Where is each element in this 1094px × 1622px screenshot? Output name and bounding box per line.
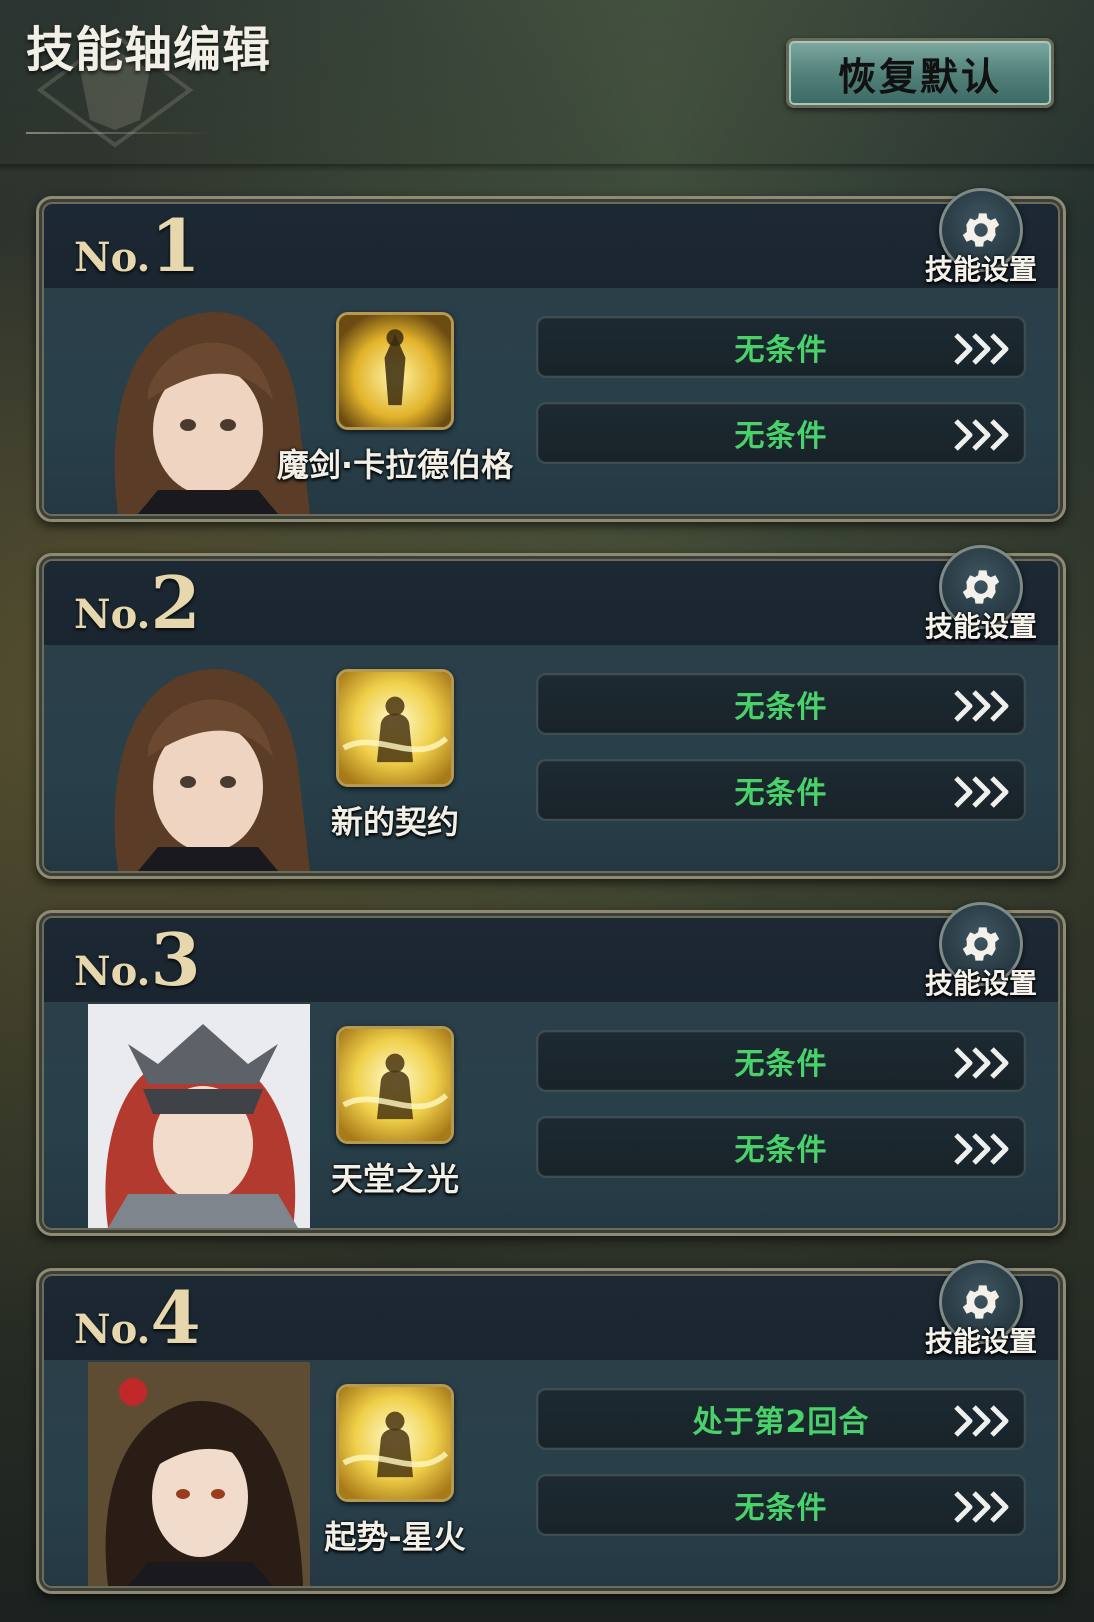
- condition-text: 无条件: [734, 1491, 828, 1526]
- condition-text: 无条件: [734, 776, 828, 811]
- slot-number-value: 2: [150, 560, 201, 645]
- condition-text: 无条件: [734, 419, 828, 454]
- reset-default-button[interactable]: 恢复默认: [786, 38, 1054, 108]
- skill-settings-button[interactable]: 技能设置: [916, 902, 1046, 1002]
- skill-icon[interactable]: [336, 312, 454, 430]
- condition-row-2[interactable]: 无条件: [536, 1474, 1026, 1536]
- slot-number: No.4: [74, 1282, 201, 1354]
- skill-icon[interactable]: [336, 1026, 454, 1144]
- condition-row-2[interactable]: 无条件: [536, 1116, 1026, 1178]
- condition-row-1[interactable]: 无条件: [536, 1030, 1026, 1092]
- slot-number-value: 1: [150, 203, 201, 288]
- triple-chevron-icon: [954, 1405, 1009, 1437]
- slot-number-prefix: No.: [74, 234, 151, 281]
- skill-settings-button[interactable]: 技能设置: [916, 1260, 1046, 1360]
- slot-number-value: 4: [150, 1275, 201, 1360]
- title-underline: [26, 132, 211, 134]
- slot-number-value: 3: [150, 917, 201, 1002]
- triple-chevron-icon: [954, 1133, 1009, 1165]
- skill-slot-card-4: No.4 技能设置 起势-星火 处于第2回合 无条件: [36, 1260, 1066, 1594]
- slot-number-prefix: No.: [74, 948, 151, 995]
- skill-settings-button[interactable]: 技能设置: [916, 188, 1046, 288]
- skill-settings-label: 技能设置: [924, 1325, 1037, 1358]
- condition-text: 无条件: [734, 1047, 828, 1082]
- skill-settings-label: 技能设置: [924, 610, 1037, 643]
- condition-row-1[interactable]: 无条件: [536, 316, 1026, 378]
- slot-number-prefix: No.: [74, 591, 151, 638]
- triple-chevron-icon: [954, 1491, 1009, 1523]
- skill-name: 起势-星火: [324, 1518, 466, 1556]
- skill-icon[interactable]: [336, 1384, 454, 1502]
- condition-text: 无条件: [734, 333, 828, 368]
- skill-name: 新的契约: [330, 803, 459, 841]
- skill-settings-label: 技能设置: [924, 253, 1037, 286]
- page-title: 技能轴编辑: [26, 22, 272, 78]
- slot-number: No.2: [74, 567, 201, 639]
- triple-chevron-icon: [954, 690, 1009, 722]
- triple-chevron-icon: [954, 419, 1009, 451]
- condition-row-1[interactable]: 无条件: [536, 673, 1026, 735]
- condition-row-2[interactable]: 无条件: [536, 402, 1026, 464]
- condition-row-2[interactable]: 无条件: [536, 759, 1026, 821]
- skill-slot-card-2: No.2 技能设置 新的契约 无条件 无条件: [36, 545, 1066, 879]
- condition-text: 处于第2回合: [692, 1405, 870, 1440]
- slot-number: No.1: [74, 210, 201, 282]
- skill-slot-card-1: No.1 技能设置 魔剑·卡拉德伯格 无条件 无条件: [36, 188, 1066, 522]
- triple-chevron-icon: [954, 333, 1009, 365]
- condition-row-1[interactable]: 处于第2回合: [536, 1388, 1026, 1450]
- triple-chevron-icon: [954, 776, 1009, 808]
- skill-settings-button[interactable]: 技能设置: [916, 545, 1046, 645]
- header-divider: [0, 164, 1094, 172]
- skill-slot-card-3: No.3 技能设置 天堂之光 无条件 无条件: [36, 902, 1066, 1236]
- triple-chevron-icon: [954, 1047, 1009, 1079]
- condition-text: 无条件: [734, 690, 828, 725]
- skill-name: 魔剑·卡拉德伯格: [276, 446, 514, 484]
- condition-text: 无条件: [734, 1133, 828, 1168]
- skill-settings-label: 技能设置: [924, 967, 1037, 1000]
- skill-name: 天堂之光: [330, 1160, 459, 1198]
- slot-number: No.3: [74, 924, 201, 996]
- slot-number-prefix: No.: [74, 1306, 151, 1353]
- skill-icon[interactable]: [336, 669, 454, 787]
